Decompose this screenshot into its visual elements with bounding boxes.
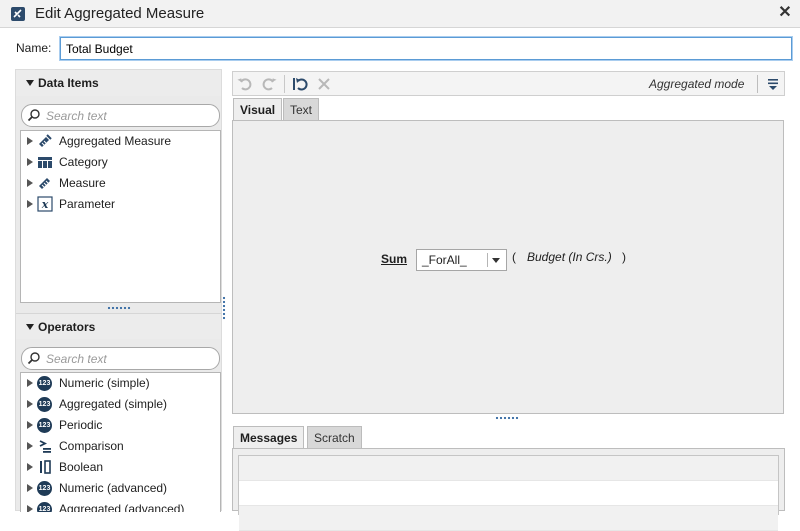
close-icon[interactable]: ✕ (776, 4, 794, 22)
tab-visual[interactable]: Visual (233, 98, 283, 121)
open-paren: ( (512, 250, 516, 264)
tree-item-aggregated-measure[interactable]: Aggregated Measure (21, 131, 220, 152)
tree-item-aggregated-advanced[interactable]: 123 Aggregated (advanced) (21, 499, 220, 512)
tree-item-aggregated-simple[interactable]: 123 Aggregated (simple) (21, 394, 220, 415)
tree-item-category[interactable]: Category (21, 152, 220, 173)
expand-icon[interactable] (27, 421, 33, 429)
resize-handle-horizontal[interactable] (495, 416, 519, 420)
operators-search-input[interactable] (44, 350, 214, 367)
tree-item-label: Parameter (59, 197, 116, 211)
dialog-title: Edit Aggregated Measure (35, 5, 205, 22)
mode-label: Aggregated mode (649, 77, 745, 91)
expand-icon[interactable] (27, 137, 33, 145)
tree-item-label: Numeric (advanced) (59, 481, 168, 495)
tree-item-measure[interactable]: Measure (21, 173, 220, 194)
tree-item-label: Aggregated (simple) (59, 397, 168, 411)
operators-header[interactable]: Operators (16, 313, 221, 339)
123-icon: 123 (37, 481, 52, 496)
tree-item-numeric-advanced[interactable]: 123 Numeric (advanced) (21, 478, 220, 499)
data-items-tree: Aggregated Measure Category Measure x Pa… (20, 130, 221, 303)
close-paren: ) (622, 250, 626, 264)
search-icon (27, 109, 40, 122)
tree-item-label: Numeric (simple) (59, 376, 150, 390)
mode-menu-icon[interactable] (766, 76, 780, 92)
data-items-search[interactable] (21, 104, 220, 127)
delete-icon[interactable] (315, 75, 333, 93)
name-label: Name: (16, 41, 52, 55)
toolbar-separator (757, 75, 758, 93)
svg-text:x: x (41, 198, 49, 211)
name-field[interactable] (60, 37, 792, 60)
tree-item-parameter[interactable]: x Parameter (21, 194, 220, 215)
expand-icon[interactable] (27, 379, 33, 387)
expand-icon[interactable] (27, 400, 33, 408)
collapse-icon (26, 80, 34, 86)
123-icon: 123 (37, 376, 52, 391)
scope-dropdown[interactable]: _ForAll_ (416, 249, 507, 271)
category-icon (38, 157, 52, 168)
undo-icon[interactable] (236, 75, 254, 93)
operators-title: Operators (38, 320, 96, 334)
redo-icon[interactable] (260, 75, 278, 93)
expand-icon[interactable] (27, 158, 33, 166)
measure-icon (39, 178, 50, 189)
data-items-search-input[interactable] (44, 107, 214, 124)
function-name[interactable]: Sum (381, 252, 407, 266)
parameter-icon: x (37, 196, 53, 212)
data-items-title: Data Items (38, 76, 99, 90)
data-items-header[interactable]: Data Items (16, 70, 221, 96)
dialog-title-bar: Edit Aggregated Measure ✕ (0, 0, 800, 28)
aggregated-measure-icon (39, 134, 52, 147)
chevron-down-icon[interactable] (492, 258, 500, 263)
scope-dropdown-value: _ForAll_ (422, 253, 467, 267)
tree-item-label: Aggregated Measure (59, 134, 172, 148)
toolbar-separator (284, 75, 285, 93)
tree-item-label: Category (59, 155, 108, 169)
messages-grid (238, 455, 779, 531)
123-icon: 123 (37, 418, 52, 433)
tree-item-label: Measure (59, 176, 106, 190)
expand-icon[interactable] (27, 442, 33, 450)
resize-handle-horizontal[interactable] (107, 306, 131, 310)
123-icon: 123 (37, 397, 52, 412)
argument-measure[interactable]: Budget (In Crs.) (527, 250, 612, 264)
expand-icon[interactable] (27, 463, 33, 471)
tree-item-label: Boolean (59, 460, 104, 474)
editor-toolbar: Aggregated mode (232, 71, 785, 96)
tree-item-label: Periodic (59, 418, 103, 432)
collapse-icon (26, 324, 34, 330)
tree-item-periodic[interactable]: 123 Periodic (21, 415, 220, 436)
reset-icon[interactable] (290, 75, 308, 93)
comparison-icon (39, 440, 51, 453)
expand-icon[interactable] (27, 200, 33, 208)
tab-messages[interactable]: Messages (233, 426, 305, 449)
operators-search[interactable] (21, 347, 220, 370)
tree-item-numeric-simple[interactable]: 123 Numeric (simple) (21, 373, 220, 394)
table-row (239, 506, 778, 531)
tree-item-boolean[interactable]: Boolean (21, 457, 220, 478)
left-panel: Data Items Aggregated Measure Category (15, 69, 222, 512)
aggregated-measure-icon (11, 7, 25, 21)
operators-tree: 123 Numeric (simple) 123 Aggregated (sim… (20, 372, 221, 512)
messages-panel (232, 448, 785, 531)
table-row (239, 481, 778, 506)
tree-item-comparison[interactable]: Comparison (21, 436, 220, 457)
resize-handle-vertical[interactable] (222, 296, 226, 320)
tab-scratch[interactable]: Scratch (307, 426, 362, 449)
expand-icon[interactable] (27, 179, 33, 187)
dropdown-separator (487, 253, 488, 267)
table-row (239, 456, 778, 481)
tab-text[interactable]: Text (283, 98, 320, 121)
expand-icon[interactable] (27, 484, 33, 492)
search-icon (27, 352, 40, 365)
tree-item-label: Comparison (59, 439, 124, 453)
boolean-icon (40, 460, 51, 474)
expression-visual-editor[interactable]: Sum _ForAll_ ( Budget (In Crs.) ) (232, 120, 784, 414)
